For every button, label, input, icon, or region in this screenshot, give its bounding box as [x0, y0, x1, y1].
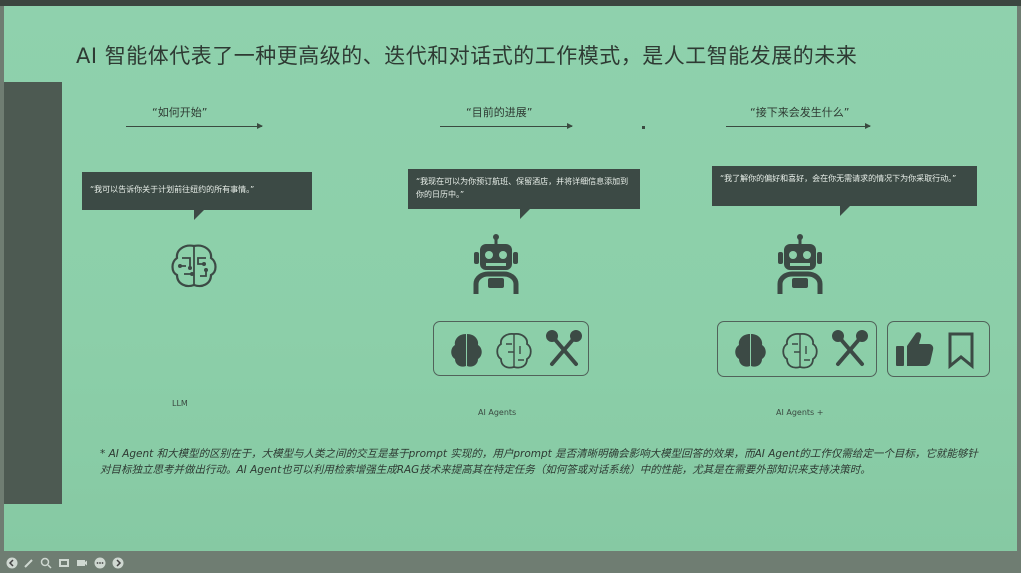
bubble-text: “我了解你的偏好和喜好，会在你无需请求的情况下为你采取行动。”: [720, 174, 957, 183]
stage-arrow: [726, 123, 871, 129]
stage-label-current-progress: “目前的进展”: [466, 106, 533, 119]
more-icon[interactable]: [94, 554, 106, 569]
caption-ai-agents-plus: AI Agents +: [776, 408, 824, 417]
brain-circuit-icon: [782, 332, 818, 369]
bubble-tail: [520, 209, 530, 219]
bubble-tail: [840, 206, 850, 216]
bubble-tail: [194, 210, 204, 220]
presentation-controls-bar: [0, 551, 1021, 572]
footnote-text: * AI Agent 和大模型的区别在于，大模型与人类之间的交互是基于promp…: [100, 448, 978, 476]
zoom-icon[interactable]: [40, 554, 52, 569]
speech-bubble-agents: “我现在可以为你预订航班、保留酒店，并将详细信息添加到你的日历中。”: [408, 169, 640, 219]
speech-bubble-llm: “我可以告诉你关于计划前往纽约的所有事情。”: [82, 172, 312, 220]
robot-icon: [468, 234, 524, 296]
bubble-text: “我可以告诉你关于计划前往纽约的所有事情。”: [90, 185, 255, 194]
thumbs-up-icon: [896, 332, 934, 366]
agent-capabilities-box: [433, 321, 589, 376]
brain-circuit-icon: [496, 332, 532, 369]
brain-icon: [735, 334, 766, 367]
caption-ai-agents: AI Agents: [478, 408, 517, 417]
stray-dot: [642, 126, 645, 129]
stage-label-what-next: “接下来会发生什么”: [750, 106, 850, 119]
next-icon[interactable]: [112, 554, 124, 569]
agent-plus-extras-box: [887, 321, 990, 377]
slide-left-bar: [4, 82, 62, 504]
brain-icon: [451, 334, 482, 367]
tools-icon: [546, 330, 582, 366]
stage-arrow: [126, 123, 263, 129]
agent-capabilities-box: [717, 321, 877, 377]
prev-icon[interactable]: [6, 554, 18, 569]
bubble-text: “我现在可以为你预订航班、保留酒店，并将详细信息添加到你的日历中。”: [416, 177, 629, 199]
ai-brain-circuit-icon: [166, 238, 222, 294]
caption-llm: LLM: [172, 399, 188, 408]
speech-bubble-agents-plus: “我了解你的偏好和喜好，会在你无需请求的情况下为你采取行动。”: [712, 166, 977, 216]
slide-title: AI 智能体代表了一种更高级的、迭代和对话式的工作模式，是人工智能发展的未来: [76, 44, 858, 68]
bookmark-icon: [948, 332, 974, 370]
pen-icon[interactable]: [23, 554, 35, 568]
stage-arrow: [440, 123, 573, 129]
stage-label-how-to-start: “如何开始”: [152, 106, 208, 119]
robot-icon: [772, 234, 828, 296]
camera-icon[interactable]: [76, 554, 88, 566]
slides-icon[interactable]: [58, 554, 70, 567]
tools-icon: [832, 330, 868, 366]
